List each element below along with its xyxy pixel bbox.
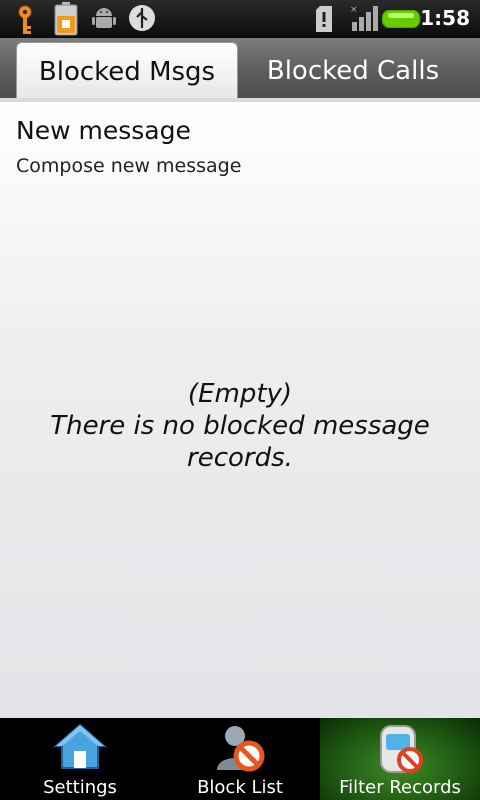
android-debug-icon: [92, 6, 116, 36]
nav-settings[interactable]: Settings: [0, 718, 160, 800]
tab-label: Blocked Msgs: [38, 56, 216, 87]
bottom-navigation: Settings Block List Filter Records: [0, 718, 480, 800]
tab-bar: Blocked Msgs Blocked Calls: [0, 38, 480, 100]
new-message-subtitle: Compose new message: [16, 155, 242, 177]
tab-blocked-msgs[interactable]: Blocked Msgs: [16, 42, 238, 100]
nav-label-filter-records: Filter Records: [339, 777, 461, 798]
new-message-item[interactable]: New message Compose new message: [16, 116, 464, 177]
nav-block-list[interactable]: Block List: [160, 718, 320, 800]
signal-icon: ×: [350, 4, 378, 36]
nav-label-block-list: Block List: [197, 777, 283, 798]
nav-label-settings: Settings: [43, 777, 117, 798]
empty-title: (Empty): [187, 379, 293, 409]
sd-card-warning-icon: [314, 6, 334, 36]
main-content: New message Compose new message (Empty) …: [0, 102, 480, 718]
usb-icon: [128, 3, 156, 37]
nav-filter-records[interactable]: Filter Records: [320, 718, 480, 800]
clock: 1:58: [420, 6, 470, 30]
new-message-title: New message: [16, 116, 191, 145]
block-contact-icon: [213, 722, 267, 776]
tab-label: Blocked Calls: [266, 56, 440, 86]
empty-message: There is no blocked message records.: [50, 411, 430, 473]
tab-blocked-calls[interactable]: Blocked Calls: [242, 42, 464, 100]
svg-text:×: ×: [350, 5, 358, 15]
filter-phone-icon: [373, 722, 427, 776]
key-icon: [14, 4, 36, 40]
battery-icon: [381, 9, 422, 32]
status-bar: × 1:58: [0, 0, 480, 38]
home-icon: [53, 722, 107, 776]
battery-lock-icon: [54, 2, 78, 40]
empty-state: (Empty) There is no blocked message reco…: [0, 378, 480, 474]
